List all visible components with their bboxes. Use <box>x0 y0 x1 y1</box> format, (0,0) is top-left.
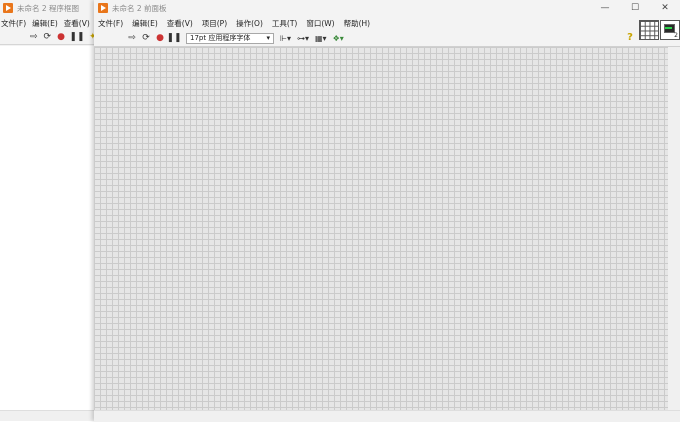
block-diagram-canvas[interactable] <box>0 46 94 411</box>
vertical-scrollbar[interactable] <box>668 47 680 410</box>
menu-operate[interactable]: 操作(O) <box>236 18 263 29</box>
run-continuous-icon[interactable]: ⟳ <box>140 32 152 44</box>
front-panel-menubar: 文件(F) 编辑(E) 查看(V) 项目(P) 操作(O) 工具(T) 窗口(W… <box>94 16 680 30</box>
close-button[interactable]: ✕ <box>650 0 680 16</box>
front-panel-titlebar[interactable]: 未命名 2 前面板 — ☐ ✕ <box>94 0 680 16</box>
horizontal-scrollbar[interactable] <box>94 410 680 422</box>
front-panel-title: 未命名 2 前面板 <box>112 3 167 13</box>
menu-view[interactable]: 查看(V) <box>167 18 193 29</box>
front-panel-window[interactable]: 未命名 2 前面板 — ☐ ✕ 文件(F) 编辑(E) 查看(V) 项目(P) … <box>94 0 680 422</box>
block-diagram-title: 未命名 2 程序框图 <box>17 3 80 13</box>
chevron-down-icon: ▾ <box>266 34 270 42</box>
menu-project[interactable]: 项目(P) <box>202 18 227 29</box>
run-arrow-icon[interactable]: ⇨ <box>30 31 38 43</box>
labview-logo-icon <box>3 3 13 13</box>
menu-edit[interactable]: 编辑(E) <box>132 18 158 29</box>
vi-icon-number: 2 <box>674 32 678 39</box>
run-arrow-icon[interactable]: ⇨ <box>126 32 138 44</box>
front-panel-toolbar: ⇨ ⟳ ● ❚❚ 17pt 应用程序字体 ▾ ⊩▾ ⊶▾ ▦▾ ❖▾ ? <box>94 30 680 47</box>
menu-view[interactable]: 查看(V) <box>64 18 90 29</box>
vi-icon[interactable]: 2 <box>660 20 680 40</box>
pause-icon[interactable]: ❚❚ <box>69 31 84 43</box>
font-select-value: 17pt 应用程序字体 <box>190 34 251 42</box>
block-diagram-menubar: 文件(F) 编辑(E) 查看(V) <box>0 16 94 30</box>
maximize-button[interactable]: ☐ <box>620 0 650 16</box>
vi-icon-wave <box>665 27 672 29</box>
block-diagram-scrollbar[interactable] <box>0 410 94 421</box>
front-panel-grid[interactable] <box>94 47 668 410</box>
block-diagram-titlebar[interactable]: 未命名 2 程序框图 <box>0 0 94 16</box>
menu-file[interactable]: 文件(F) <box>1 18 26 29</box>
minimize-button[interactable]: — <box>590 0 620 16</box>
menu-file[interactable]: 文件(F) <box>98 18 123 29</box>
menu-edit[interactable]: 编辑(E) <box>32 18 58 29</box>
connector-pane-icon[interactable] <box>639 20 659 40</box>
menu-tools[interactable]: 工具(T) <box>272 18 297 29</box>
font-select[interactable]: 17pt 应用程序字体 ▾ <box>186 32 274 44</box>
labview-logo-icon <box>98 3 108 13</box>
help-icon[interactable]: ? <box>624 31 636 43</box>
align-objects-icon[interactable]: ⊩▾ <box>280 32 291 44</box>
abort-icon[interactable]: ● <box>154 32 166 44</box>
run-continuous-icon[interactable]: ⟳ <box>44 31 52 43</box>
abort-icon[interactable]: ● <box>57 31 65 43</box>
menu-window[interactable]: 窗口(W) <box>306 18 334 29</box>
distribute-objects-icon[interactable]: ⊶▾ <box>297 32 309 44</box>
pause-icon[interactable]: ❚❚ <box>166 32 181 44</box>
menu-help[interactable]: 帮助(H) <box>344 18 371 29</box>
reorder-icon[interactable]: ❖▾ <box>333 32 344 44</box>
resize-objects-icon[interactable]: ▦▾ <box>315 32 327 44</box>
block-diagram-window[interactable]: 未命名 2 程序框图 文件(F) 编辑(E) 查看(V) ⇨ ⟳ ● ❚❚ ✦ <box>0 0 95 421</box>
block-diagram-toolbar: ⇨ ⟳ ● ❚❚ ✦ <box>0 30 94 45</box>
